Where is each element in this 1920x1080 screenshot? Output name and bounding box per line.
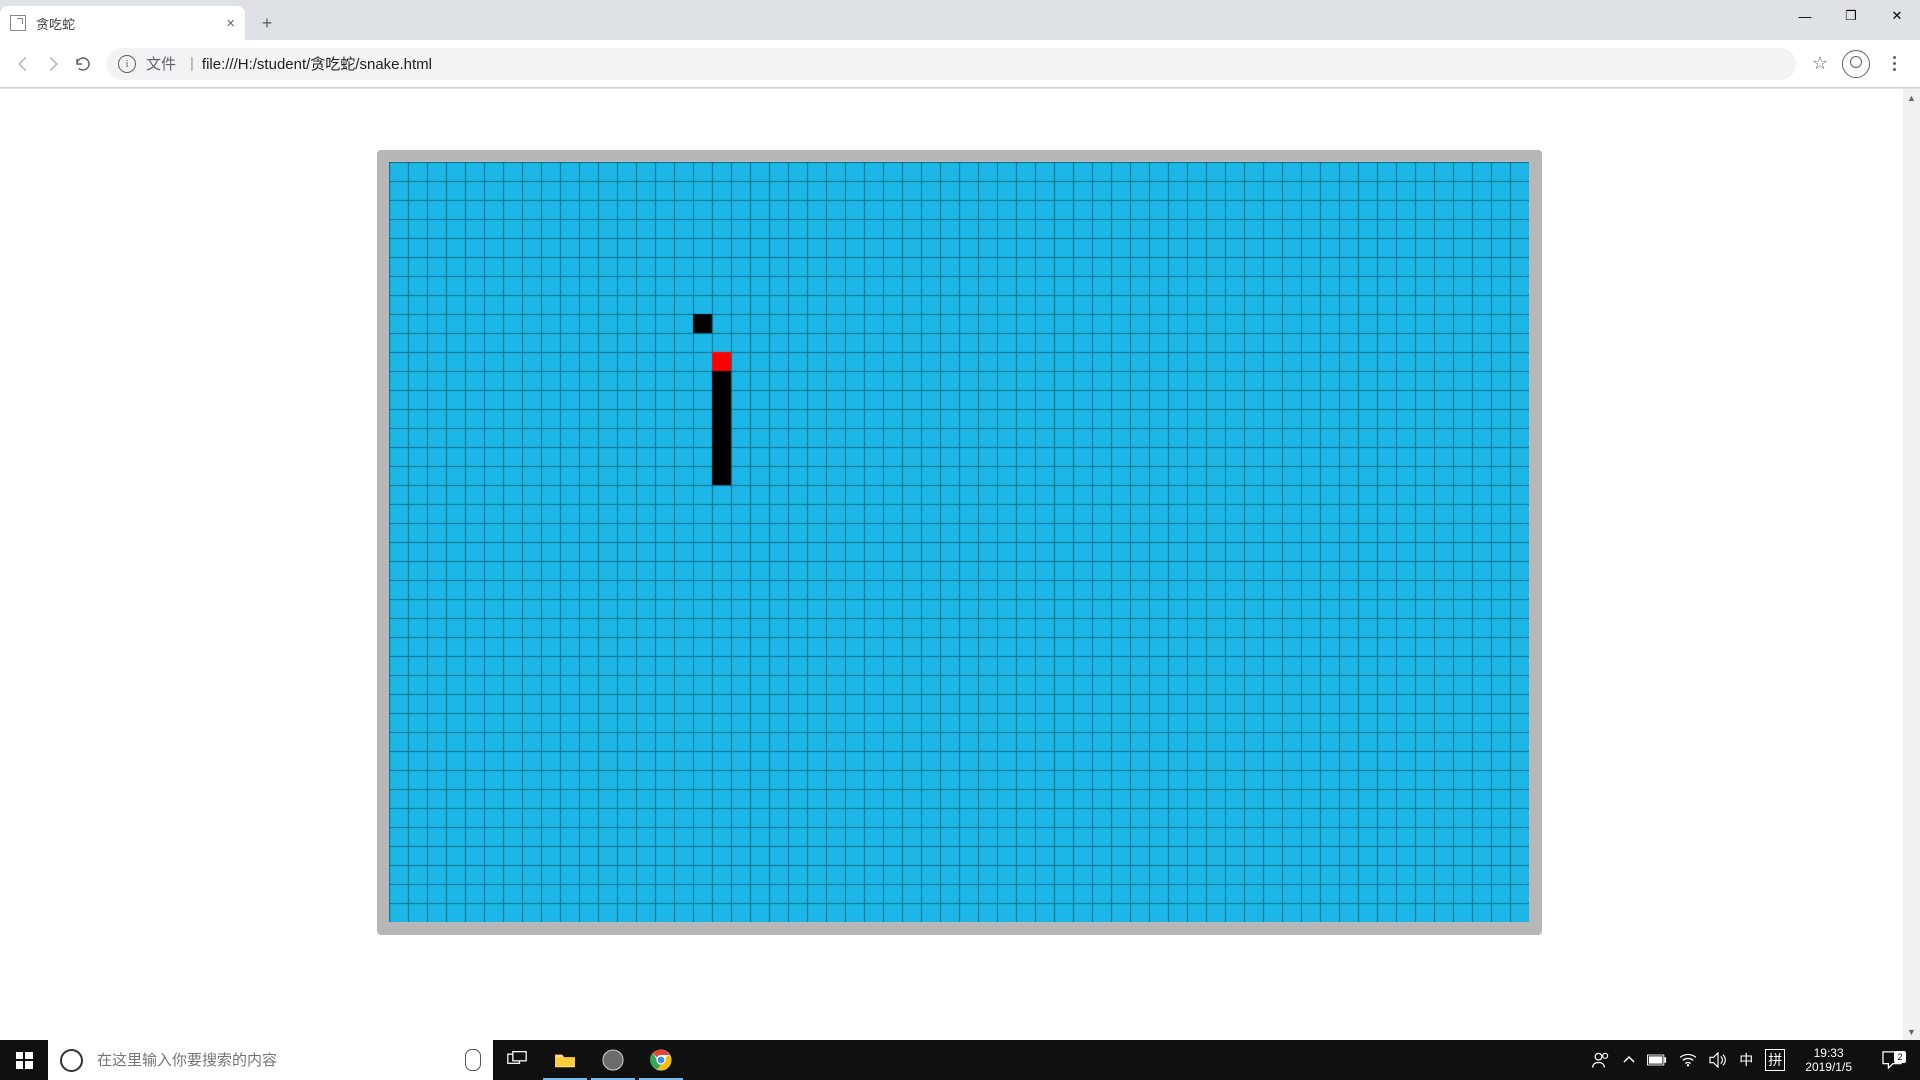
separator: | xyxy=(190,55,194,72)
taskbar-app-file-explorer[interactable] xyxy=(541,1040,589,1080)
window-maximize-button[interactable]: ❐ xyxy=(1828,0,1874,32)
window-minimize-button[interactable]: — xyxy=(1782,0,1828,32)
system-tray: 中 拼 19:33 2019/1/5 2 xyxy=(1583,1040,1920,1080)
taskbar-app-chrome[interactable] xyxy=(637,1040,685,1080)
page-viewport: ▲ ▼ xyxy=(0,89,1920,1040)
browser-tab[interactable]: 贪吃蛇 × xyxy=(0,6,245,40)
game-frame xyxy=(377,150,1542,935)
wifi-icon[interactable] xyxy=(1679,1053,1697,1067)
vertical-scrollbar[interactable]: ▲ ▼ xyxy=(1903,89,1920,1040)
scroll-up-icon[interactable]: ▲ xyxy=(1903,89,1920,106)
taskbar-search-input[interactable] xyxy=(95,1051,453,1070)
chrome-menu-button[interactable] xyxy=(1882,56,1906,71)
clock-date: 2019/1/5 xyxy=(1805,1060,1852,1074)
people-icon[interactable] xyxy=(1591,1051,1611,1069)
notification-badge: 2 xyxy=(1894,1051,1906,1063)
task-view-button[interactable] xyxy=(493,1040,541,1080)
taskbar-search[interactable] xyxy=(48,1040,493,1080)
url-text: file:///H:/student/贪吃蛇/snake.html xyxy=(202,53,432,74)
clock-time: 19:33 xyxy=(1814,1046,1844,1060)
close-tab-icon[interactable]: × xyxy=(226,15,235,32)
profile-avatar-icon[interactable] xyxy=(1842,50,1870,78)
windows-logo-icon xyxy=(16,1052,33,1069)
address-bar[interactable]: i 文件 | file:///H:/student/贪吃蛇/snake.html xyxy=(106,48,1796,80)
cortana-icon xyxy=(60,1049,83,1072)
microphone-icon[interactable] xyxy=(465,1049,481,1071)
windows-taskbar: 中 拼 19:33 2019/1/5 2 xyxy=(0,1040,1920,1080)
page-icon xyxy=(10,15,26,31)
start-button[interactable] xyxy=(0,1040,48,1080)
forward-button[interactable] xyxy=(38,49,68,79)
volume-icon[interactable] xyxy=(1709,1052,1727,1068)
tab-title: 贪吃蛇 xyxy=(36,14,75,33)
taskbar-clock[interactable]: 19:33 2019/1/5 xyxy=(1797,1046,1860,1074)
browser-chrome: 贪吃蛇 × + — ❐ ✕ i 文件 | file:///H:/student/… xyxy=(0,0,1920,89)
new-tab-button[interactable]: + xyxy=(253,9,281,37)
taskbar-app-generic[interactable] xyxy=(589,1040,637,1080)
url-scheme: 文件 xyxy=(146,53,176,74)
scroll-down-icon[interactable]: ▼ xyxy=(1903,1023,1920,1040)
battery-icon[interactable] xyxy=(1647,1054,1667,1066)
tray-chevron-up-icon[interactable] xyxy=(1623,1054,1635,1066)
snake-game-canvas[interactable] xyxy=(389,162,1529,922)
window-controls: — ❐ ✕ xyxy=(1782,0,1920,32)
reload-button[interactable] xyxy=(68,49,98,79)
action-center-button[interactable]: 2 xyxy=(1872,1051,1912,1069)
window-close-button[interactable]: ✕ xyxy=(1874,0,1920,32)
ime-language[interactable]: 中 xyxy=(1739,1050,1753,1070)
ime-mode[interactable]: 拼 xyxy=(1765,1049,1785,1071)
bookmark-star-icon[interactable]: ☆ xyxy=(1812,53,1828,74)
back-button[interactable] xyxy=(8,49,38,79)
toolbar: i 文件 | file:///H:/student/贪吃蛇/snake.html… xyxy=(0,40,1920,88)
site-info-icon[interactable]: i xyxy=(118,55,136,73)
tab-strip: 贪吃蛇 × + xyxy=(0,0,1920,40)
